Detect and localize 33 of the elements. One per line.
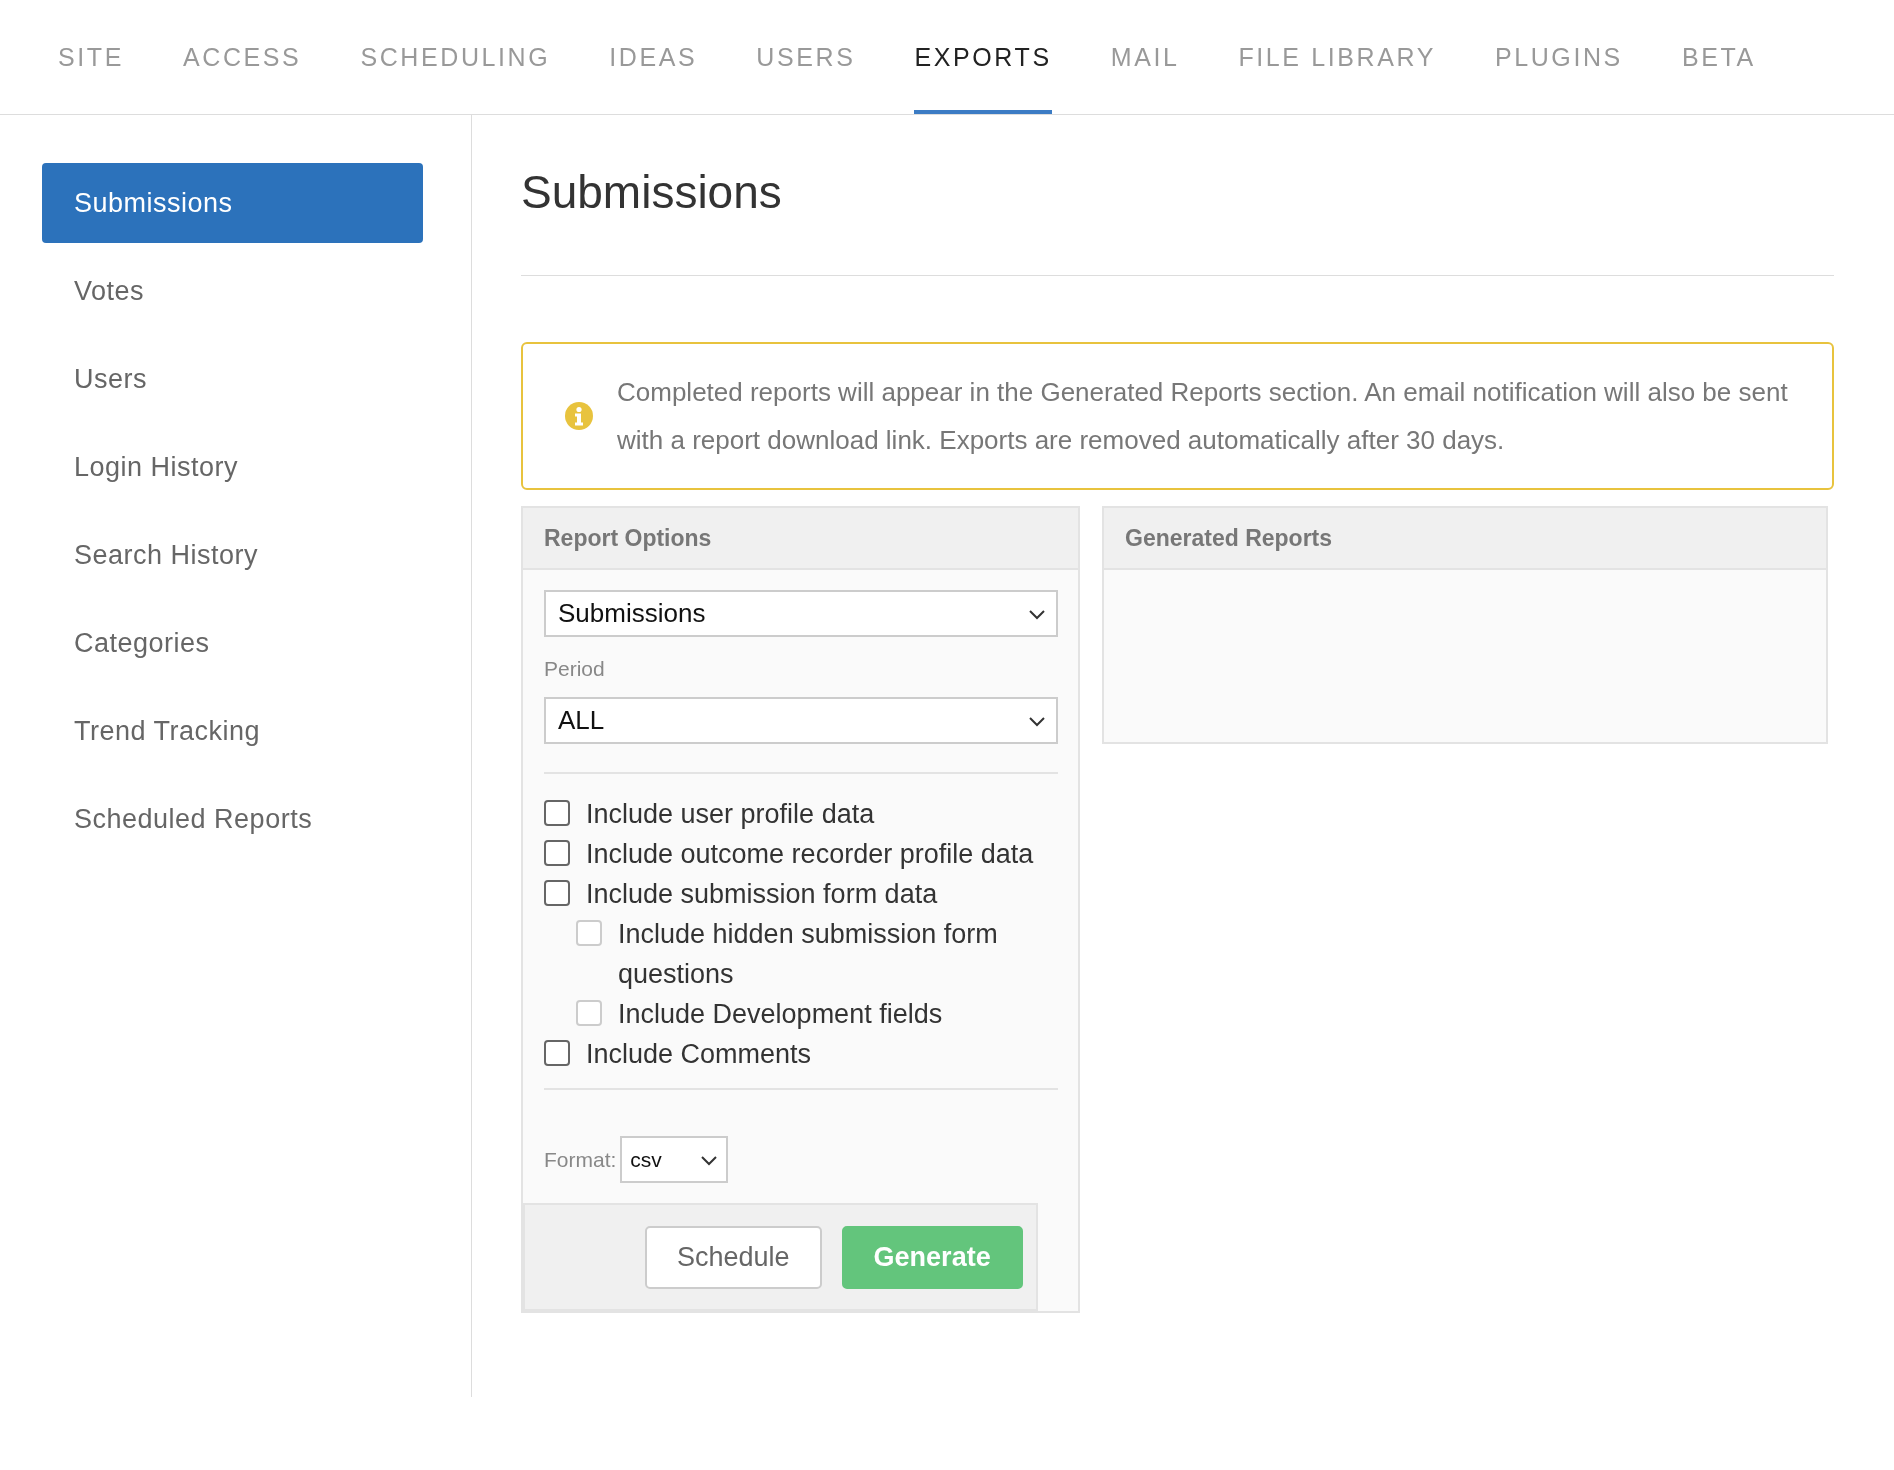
checkbox[interactable] <box>544 840 570 866</box>
field-label: Format: <box>544 1147 617 1172</box>
checkbox-label: Include hidden submission form questions <box>618 918 999 991</box>
format-select[interactable]: csv <box>620 1136 729 1183</box>
caret-icon <box>1028 607 1046 620</box>
sidebar-item[interactable]: Users <box>42 339 423 419</box>
checkbox-label: Include Comments <box>586 1038 812 1071</box>
notice-text: Completed reports will appear in the Generated Reports section. An email notification will also be sent with a report download link. Exports are removed automatically after 30 days. <box>617 376 1789 457</box>
checkbox[interactable] <box>544 880 570 906</box>
page-title: Submissions <box>521 165 782 219</box>
sidebar-item[interactable]: Search History <box>42 515 423 595</box>
checkbox-label: Include user profile data <box>586 798 875 831</box>
checkbox-label: Include submission form data <box>586 878 938 911</box>
nav-tab[interactable]: EXPORTS <box>914 0 1052 114</box>
info-icon <box>565 402 593 430</box>
sidebar-item[interactable]: Submissions <box>42 163 423 243</box>
field-label: Period <box>544 657 606 681</box>
panel-header: Generated Reports <box>1104 508 1826 570</box>
caret-icon <box>700 1153 719 1166</box>
sidebar-item[interactable]: Scheduled Reports <box>42 779 423 859</box>
period-select[interactable]: ALL <box>544 697 1058 744</box>
sidebar-item[interactable]: Categories <box>42 603 423 683</box>
checkbox-label: Include outcome recorder profile data <box>586 838 1034 871</box>
sidebar-item[interactable]: Trend Tracking <box>42 691 423 771</box>
checkbox[interactable] <box>544 1040 570 1066</box>
report-type-select[interactable]: Submissions <box>544 590 1058 637</box>
checkbox-label: Include Development fields <box>618 998 943 1031</box>
caret-icon <box>1028 714 1046 727</box>
panel-header: Report Options <box>523 508 1078 570</box>
sidebar-item[interactable]: Votes <box>42 251 423 331</box>
sidebar-item[interactable]: Login History <box>42 427 423 507</box>
checkbox[interactable] <box>544 800 570 826</box>
schedule-button[interactable]: Schedule <box>645 1225 822 1289</box>
